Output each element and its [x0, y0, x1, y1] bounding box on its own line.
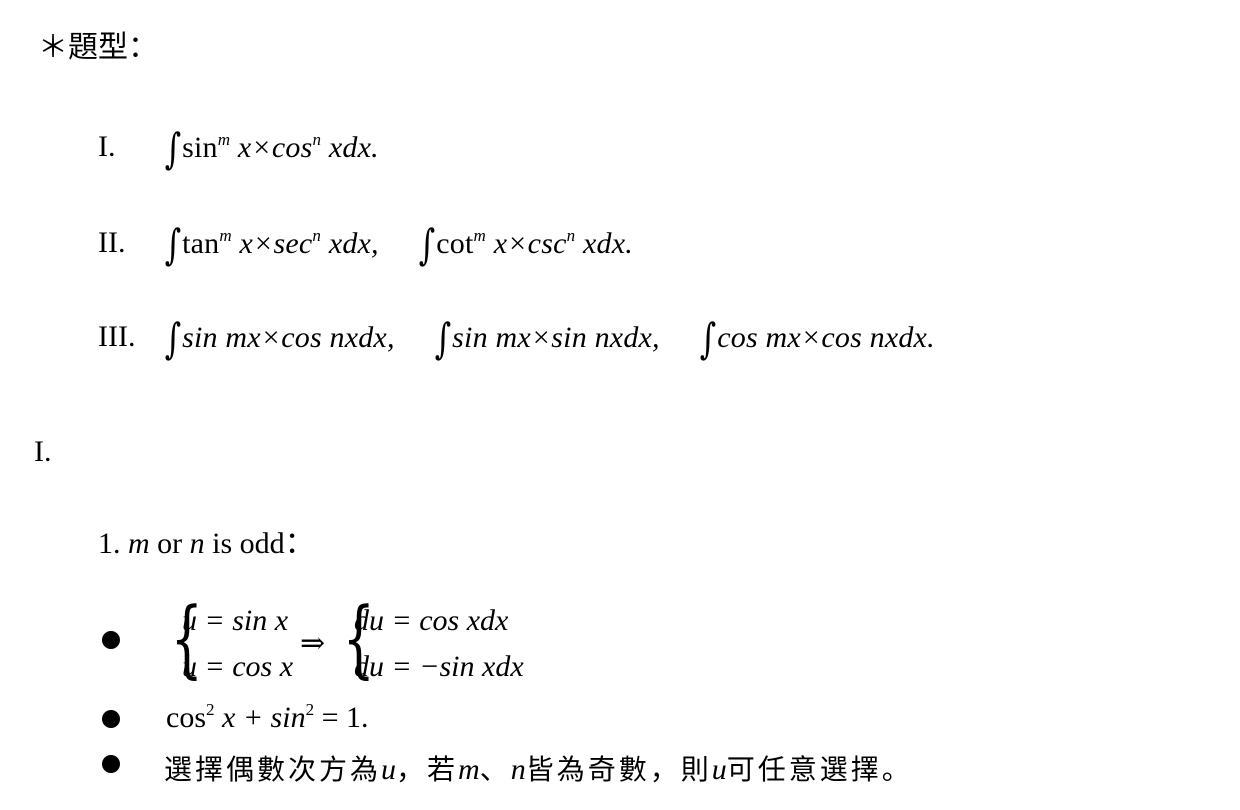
identity-exponent: 2 [206, 700, 215, 719]
formula-exponent: m [217, 130, 231, 149]
substitution-eq: u = cos x [182, 650, 294, 683]
bullet-icon [102, 710, 120, 728]
bullet-icon [102, 755, 120, 773]
formula-exponent: n [312, 226, 322, 245]
formula-term: xdx. [575, 227, 633, 260]
formula-exponent: n [312, 130, 322, 149]
type-formula-iii: ∫sin mx×cos nxdx, ∫sin mx×sin nxdx, ∫cos… [162, 314, 935, 363]
type-label-i: I. [98, 130, 116, 163]
integral-sign: ∫ [434, 314, 452, 363]
section-label: I. [34, 435, 52, 468]
formula-term: tan [182, 227, 220, 260]
type-formula-ii: ∫tanm x×secn xdx, ∫cotm x×cscn xdx. [162, 220, 633, 269]
case-number: 1. [98, 527, 121, 560]
note-var: u [711, 753, 727, 786]
bullet-icon [102, 631, 120, 649]
differential-eq: du = −sin xdx [354, 650, 524, 683]
note-text: ，若 [396, 753, 459, 786]
type-label-ii: II. [98, 226, 126, 259]
formula-term: sin mx×cos nxdx, [182, 321, 395, 354]
formula-term: x×cos [230, 131, 313, 164]
integral-sign: ∫ [164, 220, 182, 269]
formula-exponent: m [473, 226, 487, 245]
note-var: m [458, 753, 480, 786]
formula-term: xdx. [321, 131, 379, 164]
section-heading: ＊題型： [38, 31, 158, 64]
formula-term: cos mx×cos nxdx. [717, 321, 935, 354]
differential-eq: du = cos xdx [354, 604, 509, 637]
formula-term: sin [182, 131, 218, 164]
integral-sign: ∫ [699, 314, 717, 363]
pythagorean-identity: cos2 x + sin2 = 1. [166, 700, 369, 735]
selection-rule-note: 選擇偶數次方為u，若m、n皆為奇數，則u可任意選擇。 [164, 748, 913, 788]
substitution-eq: u = sin x [182, 604, 289, 637]
note-text: 皆為奇數，則 [525, 753, 712, 786]
type-formula-i: ∫sinm x×cosn xdx. [162, 124, 379, 173]
case-condition: is odd： [212, 527, 315, 560]
case-var-m: m [128, 527, 150, 560]
note-var: n [510, 753, 526, 786]
identity-exponent: 2 [305, 700, 315, 719]
formula-term: x×csc [486, 227, 567, 260]
note-text: 可任意選擇。 [726, 753, 913, 786]
note-var: u [381, 753, 397, 786]
integral-sign: ∫ [164, 124, 182, 173]
note-text: 選擇偶數次方為 [164, 753, 382, 786]
identity-term: cos [166, 701, 206, 734]
case-or: or [157, 527, 183, 560]
integral-sign: ∫ [418, 220, 436, 269]
formula-term: x×sec [231, 227, 313, 260]
identity-term: x + sin [214, 701, 306, 734]
formula-term: cot [436, 227, 474, 260]
type-label-iii: III. [98, 320, 136, 353]
identity-term: = 1. [314, 701, 369, 734]
case-var-n: n [189, 527, 205, 560]
formula-exponent: m [219, 226, 232, 245]
case-heading: 1. m or n is odd： [98, 518, 315, 562]
implies-icon: ⇒ [300, 627, 326, 660]
formula-term: xdx, [321, 227, 379, 260]
note-text: 、 [479, 753, 511, 786]
formula-exponent: n [566, 226, 576, 245]
integral-sign: ∫ [164, 314, 182, 363]
formula-term: sin mx×sin nxdx, [452, 321, 660, 354]
